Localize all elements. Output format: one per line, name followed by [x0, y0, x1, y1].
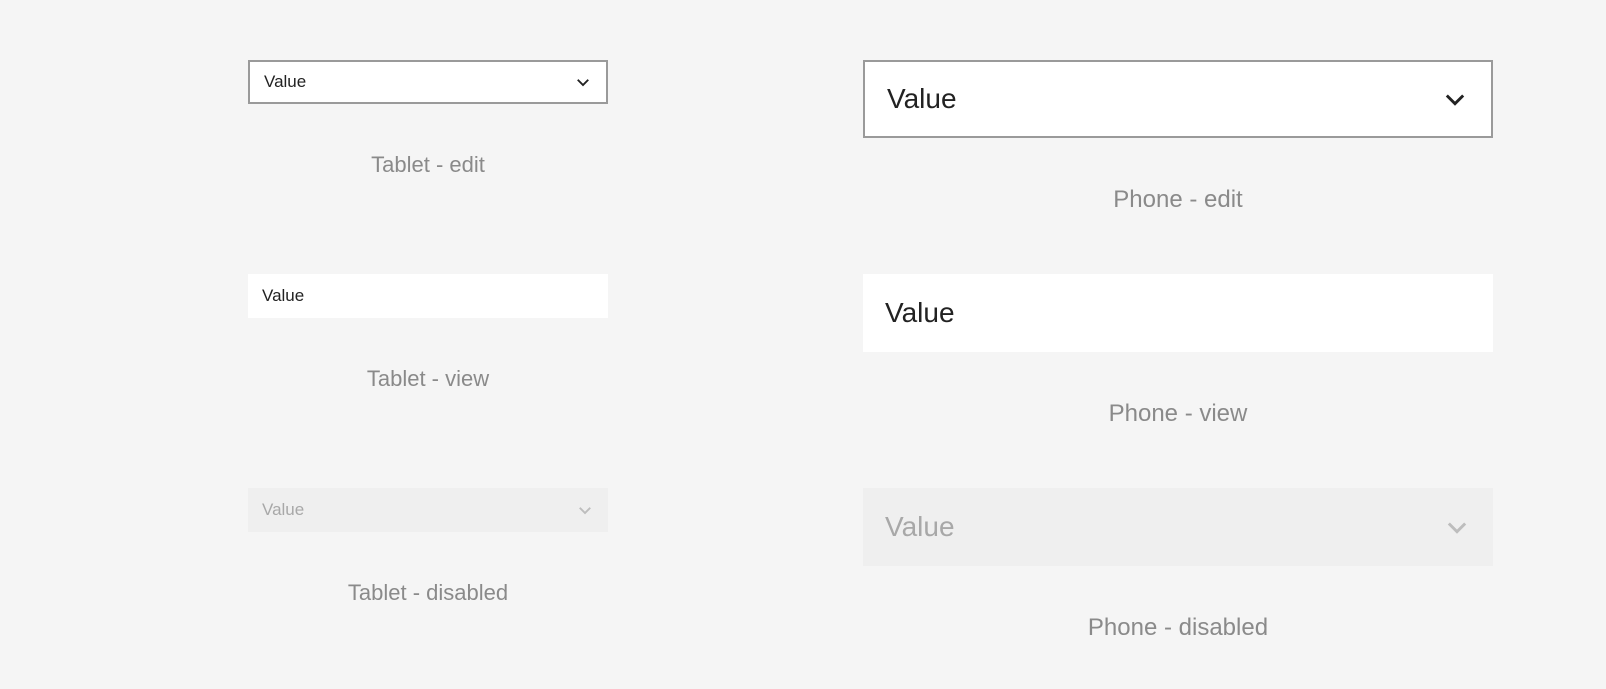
dropdown-value: Value — [262, 286, 304, 306]
dropdown-tablet-view: Value — [248, 274, 608, 318]
dropdown-value: Value — [885, 297, 955, 329]
caption-phone-edit: Phone - edit — [1113, 186, 1242, 214]
phone-view-cell: Value Phone - view — [853, 274, 1503, 428]
dropdown-phone-view: Value — [863, 274, 1493, 352]
caption-tablet-disabled: Tablet - disabled — [348, 580, 508, 606]
dropdown-phone-disabled: Value — [863, 488, 1493, 566]
dropdown-value: Value — [887, 83, 957, 115]
chevron-down-icon — [1443, 513, 1471, 541]
dropdown-value: Value — [885, 511, 955, 543]
dropdown-states-grid: Value Tablet - edit Value Phone - edit V… — [103, 60, 1503, 642]
dropdown-phone-edit[interactable]: Value — [863, 60, 1493, 138]
tablet-disabled-cell: Value Tablet - disabled — [103, 488, 753, 642]
tablet-edit-cell: Value Tablet - edit — [103, 60, 753, 214]
caption-phone-view: Phone - view — [1109, 400, 1248, 428]
caption-tablet-edit: Tablet - edit — [371, 152, 485, 178]
phone-edit-cell: Value Phone - edit — [853, 60, 1503, 214]
dropdown-value: Value — [264, 72, 306, 92]
chevron-down-icon — [576, 501, 594, 519]
tablet-view-cell: Value Tablet - view — [103, 274, 753, 428]
caption-phone-disabled: Phone - disabled — [1088, 614, 1268, 642]
chevron-down-icon — [574, 73, 592, 91]
dropdown-tablet-edit[interactable]: Value — [248, 60, 608, 104]
dropdown-value: Value — [262, 500, 304, 520]
phone-disabled-cell: Value Phone - disabled — [853, 488, 1503, 642]
dropdown-tablet-disabled: Value — [248, 488, 608, 532]
caption-tablet-view: Tablet - view — [367, 366, 489, 392]
chevron-down-icon — [1441, 85, 1469, 113]
